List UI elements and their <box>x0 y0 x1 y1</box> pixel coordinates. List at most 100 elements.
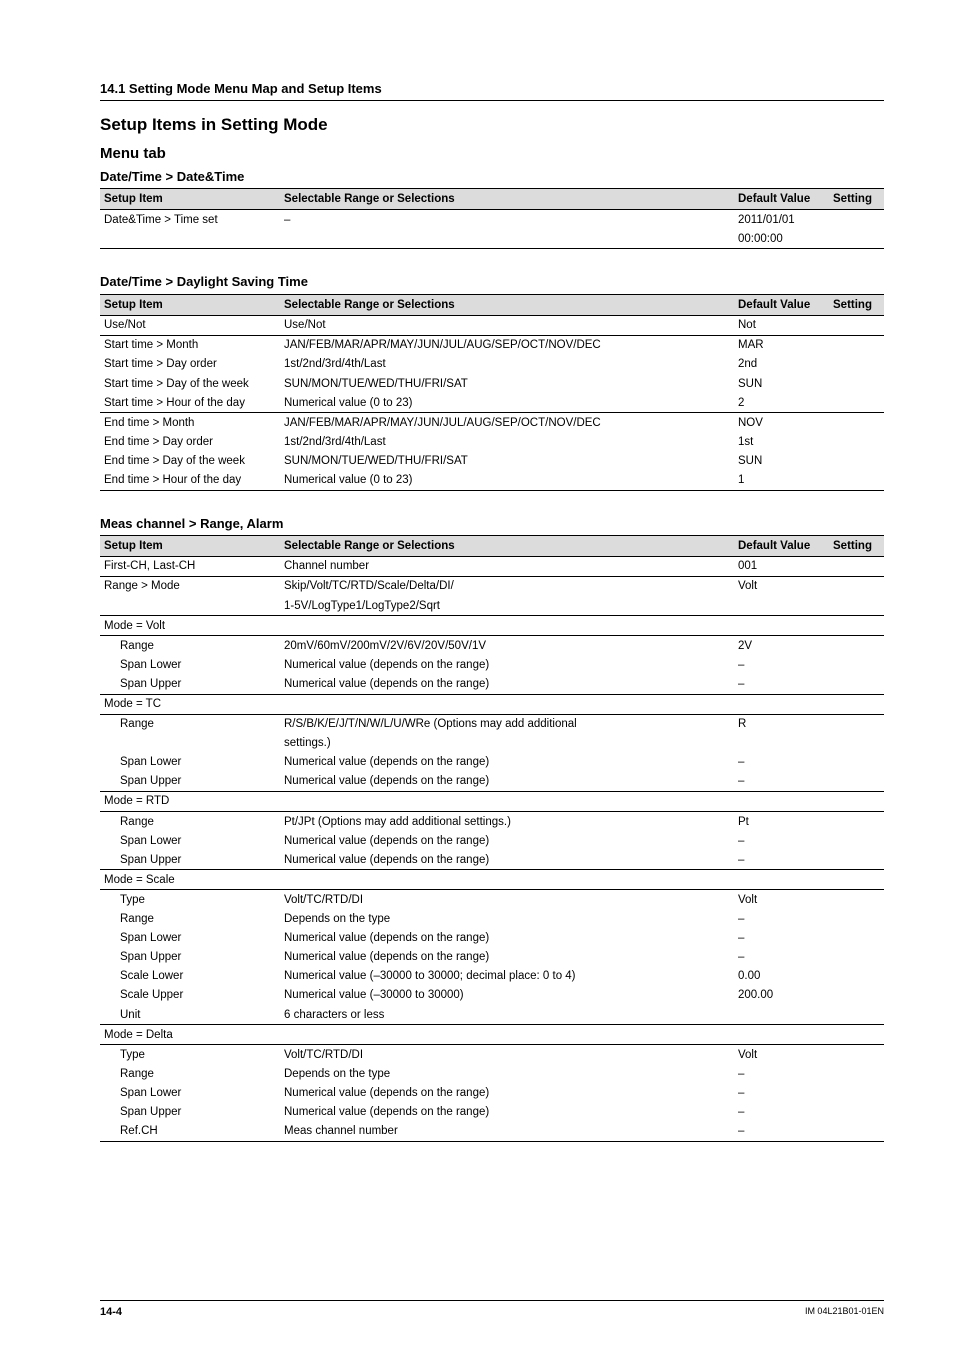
cell-default-value <box>734 870 829 890</box>
table-row: End time > Hour of the dayNumerical valu… <box>100 470 884 490</box>
cell-default-value: Pt <box>734 812 829 832</box>
table-row: RangeDepends on the type– <box>100 910 884 929</box>
table-row: Use/NotUse/NotNot <box>100 315 884 335</box>
cell-setting <box>829 1102 884 1121</box>
table-row: TypeVolt/TC/RTD/DIVolt <box>100 1045 884 1065</box>
cell-default-value: – <box>734 910 829 929</box>
table-row: End time > MonthJAN/FEB/MAR/APR/MAY/JUN/… <box>100 413 884 433</box>
cell-setting <box>829 210 884 230</box>
cell-setup-item: Ref.CH <box>100 1122 280 1142</box>
th-default-value: Default Value <box>734 189 829 210</box>
cell-setting <box>829 929 884 948</box>
cell-setting <box>829 315 884 335</box>
cell-setup-item: Span Lower <box>100 753 280 772</box>
cell-default-value: 1 <box>734 470 829 490</box>
cell-setting <box>829 694 884 714</box>
cell-selections <box>280 791 734 811</box>
cell-setting <box>829 576 884 596</box>
table-row: Start time > Day of the weekSUN/MON/TUE/… <box>100 374 884 393</box>
cell-default-value: – <box>734 1064 829 1083</box>
table-row: Range > ModeSkip/Volt/TC/RTD/Scale/Delta… <box>100 576 884 596</box>
table-row: Span LowerNumerical value (depends on th… <box>100 929 884 948</box>
cell-default-value: – <box>734 753 829 772</box>
cell-default-value: 1st <box>734 432 829 451</box>
cell-selections: Numerical value (depends on the range) <box>280 929 734 948</box>
th-setup-item: Setup Item <box>100 535 280 556</box>
th-setting: Setting <box>829 535 884 556</box>
table-row: Date&Time > Time set–2011/01/01 <box>100 210 884 230</box>
table-row: RangePt/JPt (Options may add additional … <box>100 812 884 832</box>
cell-setting <box>829 772 884 792</box>
cell-default-value: – <box>734 929 829 948</box>
cell-setup-item: Span Upper <box>100 850 280 870</box>
cell-selections: Numerical value (–30000 to 30000; decima… <box>280 967 734 986</box>
page-number: 14-4 <box>100 1305 122 1320</box>
table-row: settings.) <box>100 734 884 753</box>
table-row: Start time > Day order1st/2nd/3rd/4th/La… <box>100 355 884 374</box>
cell-selections: 20mV/60mV/200mV/2V/6V/20V/50V/1V <box>280 636 734 656</box>
table-row: Span LowerNumerical value (depends on th… <box>100 655 884 674</box>
cell-default-value: 001 <box>734 556 829 576</box>
table-row: Mode = Scale <box>100 870 884 890</box>
cell-setting <box>829 791 884 811</box>
cell-selections <box>280 694 734 714</box>
cell-default-value: 200.00 <box>734 986 829 1005</box>
cell-setting <box>829 1064 884 1083</box>
cell-selections: settings.) <box>280 734 734 753</box>
cell-setting <box>829 714 884 734</box>
cell-default-value: MAR <box>734 335 829 355</box>
cell-default-value <box>734 734 829 753</box>
table-row: First-CH, Last-CHChannel number001 <box>100 556 884 576</box>
cell-default-value: – <box>734 674 829 694</box>
cell-default-value: – <box>734 655 829 674</box>
cell-default-value: – <box>734 831 829 850</box>
cell-setting <box>829 890 884 910</box>
cell-setting <box>829 556 884 576</box>
cell-setup-item: Scale Lower <box>100 967 280 986</box>
cell-setup-item: Range <box>100 636 280 656</box>
cell-setting <box>829 812 884 832</box>
table-row: Span UpperNumerical value (depends on th… <box>100 772 884 792</box>
cell-setup-item: Span Lower <box>100 1083 280 1102</box>
cell-selections <box>280 870 734 890</box>
group-title-datetime-datetime: Date/Time > Date&Time <box>100 168 884 186</box>
cell-setting <box>829 753 884 772</box>
cell-setup-item <box>100 229 280 249</box>
table-row: TypeVolt/TC/RTD/DIVolt <box>100 890 884 910</box>
cell-setup-item: Mode = Delta <box>100 1025 280 1045</box>
breadcrumb: 14.1 Setting Mode Menu Map and Setup Ite… <box>100 80 884 101</box>
cell-default-value: 2011/01/01 <box>734 210 829 230</box>
cell-setting <box>829 374 884 393</box>
cell-setting <box>829 948 884 967</box>
cell-setup-item: Range > Mode <box>100 576 280 596</box>
cell-setup-item: End time > Month <box>100 413 280 433</box>
cell-selections: – <box>280 210 734 230</box>
table-row: Span UpperNumerical value (depends on th… <box>100 674 884 694</box>
cell-selections: Skip/Volt/TC/RTD/Scale/Delta/DI/ <box>280 576 734 596</box>
cell-setup-item: Range <box>100 910 280 929</box>
cell-setting <box>829 1005 884 1025</box>
cell-setting <box>829 335 884 355</box>
cell-default-value <box>734 596 829 616</box>
cell-selections: Use/Not <box>280 315 734 335</box>
cell-setting <box>829 451 884 470</box>
cell-setting <box>829 413 884 433</box>
cell-setting <box>829 432 884 451</box>
table-row: Ref.CHMeas channel number– <box>100 1122 884 1142</box>
cell-setup-item: Span Lower <box>100 831 280 850</box>
cell-setting <box>829 967 884 986</box>
cell-setting <box>829 470 884 490</box>
cell-selections: Numerical value (depends on the range) <box>280 753 734 772</box>
cell-default-value: SUN <box>734 451 829 470</box>
cell-setting <box>829 674 884 694</box>
cell-default-value: 0.00 <box>734 967 829 986</box>
table-row: Mode = RTD <box>100 791 884 811</box>
cell-default-value: 00:00:00 <box>734 229 829 249</box>
table-row: Span LowerNumerical value (depends on th… <box>100 1083 884 1102</box>
cell-setting <box>829 1083 884 1102</box>
cell-default-value: – <box>734 850 829 870</box>
cell-selections: Depends on the type <box>280 910 734 929</box>
cell-setting <box>829 831 884 850</box>
th-default-value: Default Value <box>734 535 829 556</box>
table-row: Span UpperNumerical value (depends on th… <box>100 850 884 870</box>
